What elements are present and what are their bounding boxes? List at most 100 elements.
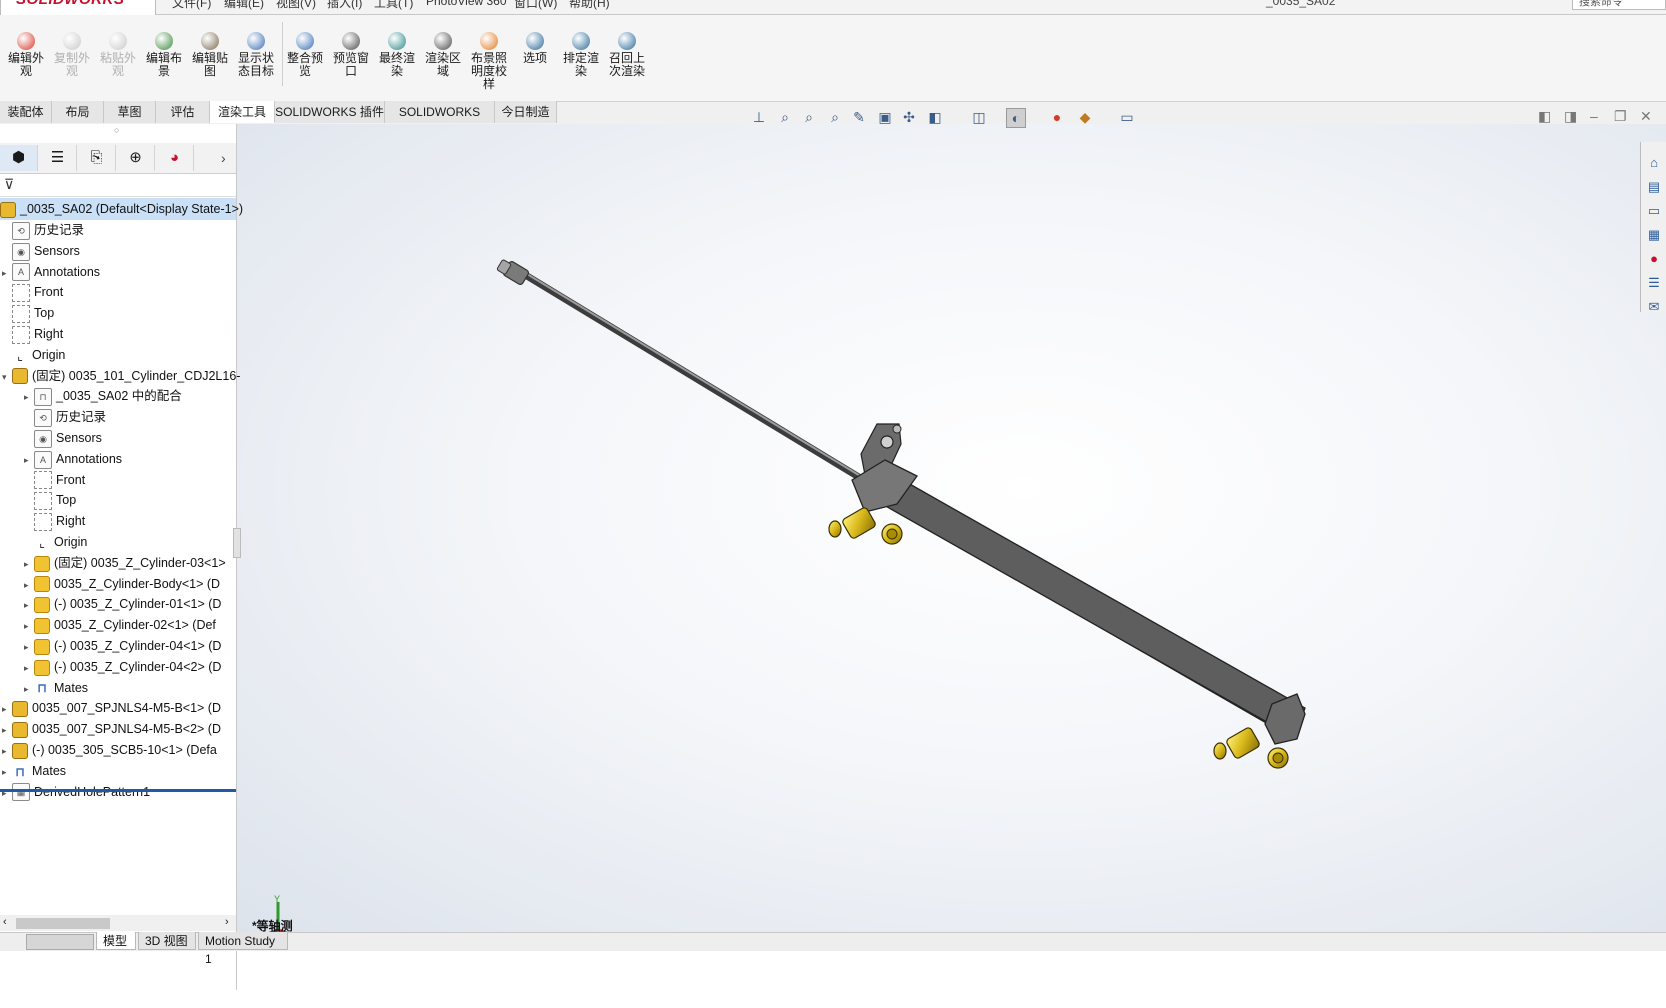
apply-scene-icon[interactable]: ● — [1048, 108, 1066, 126]
close-icon[interactable]: ✕ — [1640, 108, 1652, 125]
home-icon[interactable]: ⌂ — [1645, 154, 1663, 172]
tree-item[interactable]: ◉ Sensors — [2, 240, 80, 262]
expand-icon[interactable]: ▸ — [24, 386, 34, 408]
tree-item[interactable]: ▸ ⊓ _0035_SA02 中的配合 — [24, 385, 182, 407]
command-button[interactable]: 显示状态目标 — [233, 30, 279, 78]
ribbon-tab[interactable]: 布局 — [52, 101, 104, 123]
expand-icon[interactable]: ▸ — [24, 574, 34, 596]
graphics-area[interactable] — [237, 124, 1666, 932]
tree-item[interactable]: ▸ A Annotations — [2, 261, 100, 283]
ribbon-tab[interactable]: 今日制造 — [495, 101, 557, 123]
expand-icon[interactable]: ▸ — [2, 761, 12, 783]
expand-icon[interactable]: ▸ — [24, 449, 34, 471]
command-button[interactable]: 编辑布景 — [141, 30, 187, 78]
expand-icon[interactable]: ▸ — [2, 740, 12, 762]
tree-item[interactable]: ▾ (固定) 0035_101_Cylinder_CDJ2L16- — [2, 365, 240, 387]
minimize-icon[interactable]: – — [1590, 108, 1598, 124]
menu-item[interactable]: 窗口(W) — [514, 0, 557, 11]
expand-icon[interactable]: ▸ — [2, 782, 12, 804]
menu-item[interactable]: 文件(F) — [172, 0, 211, 11]
custom-properties-icon[interactable]: ☰ — [1645, 274, 1663, 292]
tree-item[interactable]: ▸ 0035_Z_Cylinder-Body<1> (D — [24, 573, 220, 595]
collapse-icon[interactable]: ▾ — [2, 366, 12, 388]
more-tabs-chevron-icon[interactable]: › — [221, 150, 226, 166]
command-button[interactable]: 排定渲染 — [558, 30, 604, 78]
view-palette-icon[interactable]: ▦ — [1645, 226, 1663, 244]
ribbon-tab[interactable]: 渲染工具 — [210, 101, 275, 123]
tree-item[interactable]: ◉ Sensors — [24, 427, 102, 449]
tree-item[interactable]: ▸ (-) 0035_Z_Cylinder-04<2> (D — [24, 656, 221, 678]
ribbon-tab[interactable]: SOLIDWORKS 插件 — [275, 101, 385, 123]
tree-item[interactable]: ▸ (-) 0035_Z_Cylinder-01<1> (D — [24, 593, 221, 615]
tree-item[interactable]: ▸ ⊓ Mates — [24, 677, 88, 699]
command-button[interactable]: 召回上次渲染 — [604, 30, 650, 78]
configuration-manager-tab-icon[interactable]: ⎘ — [78, 145, 116, 171]
expand-icon[interactable]: ▸ — [24, 636, 34, 658]
tree-item[interactable]: Front — [2, 281, 63, 303]
appearances-icon[interactable]: ● — [1645, 250, 1663, 268]
rollback-bar[interactable] — [0, 789, 236, 792]
command-button[interactable]: 复制外观 — [49, 30, 95, 78]
tree-root[interactable]: _0035_SA02 (Default<Display State-1>) — [0, 198, 243, 220]
command-button[interactable]: 编辑贴图 — [187, 30, 233, 78]
tree-item[interactable]: Top — [2, 302, 54, 324]
tree-item[interactable]: ⌞ Origin — [2, 344, 65, 366]
tree-item[interactable]: Right — [24, 510, 85, 532]
command-button[interactable]: 整合预览 — [282, 30, 328, 78]
zoom-in-icon[interactable]: ⌕ — [826, 108, 844, 126]
dynamic-annotation-icon[interactable]: ▣ — [876, 108, 894, 126]
model-view[interactable] — [237, 124, 1666, 932]
previous-view-icon[interactable]: ⊥ — [750, 108, 768, 126]
tree-item[interactable]: ▸ 0035_007_SPJNLS4-M5-B<1> (D — [2, 697, 221, 719]
cylinder-body[interactable] — [851, 459, 1306, 745]
tree-item[interactable]: ⟲ 历史记录 — [2, 219, 84, 241]
view-orientation-icon[interactable]: ✣ — [900, 108, 918, 126]
design-library-icon[interactable]: ▤ — [1645, 178, 1663, 196]
expand-icon[interactable]: ▸ — [24, 553, 34, 575]
zoom-to-fit-icon[interactable]: ⌕ — [776, 108, 794, 126]
menu-item[interactable]: 工具(T) — [374, 0, 413, 11]
menu-item[interactable]: 编辑(E) — [224, 0, 264, 11]
tree-item[interactable]: ▸ A Annotations — [24, 448, 122, 470]
ribbon-tab[interactable]: 草图 — [104, 101, 156, 123]
tree-item[interactable]: ▸ 0035_007_SPJNLS4-M5-B<2> (D — [2, 718, 221, 740]
property-manager-tab-icon[interactable]: ☰ — [39, 145, 77, 171]
menu-item[interactable]: PhotoView 360 — [426, 0, 507, 8]
ribbon-tab[interactable]: SOLIDWORKS MBD — [385, 101, 495, 141]
tab-scroll-buttons[interactable] — [26, 934, 94, 950]
tree-item[interactable]: Front — [24, 469, 85, 491]
tree-item[interactable]: Right — [2, 323, 63, 345]
expand-icon[interactable]: ▸ — [24, 657, 34, 679]
forum-icon[interactable]: ✉ — [1645, 298, 1663, 316]
piston-rod[interactable] — [496, 259, 866, 483]
bottom-tab[interactable]: Motion Study 1 — [198, 932, 288, 966]
panel-collapse-handle[interactable] — [233, 528, 241, 558]
section-view-icon[interactable]: ✎ — [850, 108, 868, 126]
filter-icon[interactable]: ⊽ — [4, 176, 14, 193]
tree-item[interactable]: ⌞ Origin — [24, 531, 87, 553]
command-button[interactable]: 最终渲染 — [374, 30, 420, 78]
tree-item[interactable]: ▸ 0035_Z_Cylinder-02<1> (Def — [24, 614, 216, 636]
search-input[interactable]: 搜索命令 — [1572, 0, 1666, 10]
command-button[interactable]: 粘贴外观 — [95, 30, 141, 78]
fitting-front[interactable] — [828, 506, 903, 545]
display-monitor-icon[interactable]: ▭ — [1118, 108, 1136, 126]
scrollbar-thumb[interactable] — [16, 918, 110, 929]
hide-show-icon[interactable]: ◫ — [970, 108, 988, 126]
expand-icon[interactable]: ▸ — [24, 594, 34, 616]
expand-icon[interactable]: ▸ — [2, 719, 12, 741]
command-button[interactable]: 预览窗口 — [328, 30, 374, 78]
scroll-left-icon[interactable]: ‹ — [3, 916, 7, 928]
tree-item[interactable]: ▸ (固定) 0035_Z_Cylinder-03<1> — [24, 552, 226, 574]
expand-icon[interactable]: ▸ — [2, 698, 12, 720]
feature-tree-tab-icon[interactable]: ⬢ — [0, 145, 38, 171]
tree-item[interactable]: ⟲ 历史记录 — [24, 406, 106, 428]
restore-icon[interactable]: ❐ — [1614, 108, 1627, 125]
panel-grip-icon[interactable]: ○ — [114, 125, 119, 135]
dimxpert-tab-icon[interactable]: ⊕ — [117, 145, 155, 171]
scroll-right-icon[interactable]: › — [225, 916, 229, 928]
command-button[interactable]: 编辑外观 — [3, 30, 49, 78]
tree-item[interactable]: ▸ ⊓ Mates — [2, 760, 66, 782]
expand-icon[interactable]: ▸ — [24, 678, 34, 700]
tile-right-icon[interactable]: ◨ — [1564, 108, 1577, 125]
